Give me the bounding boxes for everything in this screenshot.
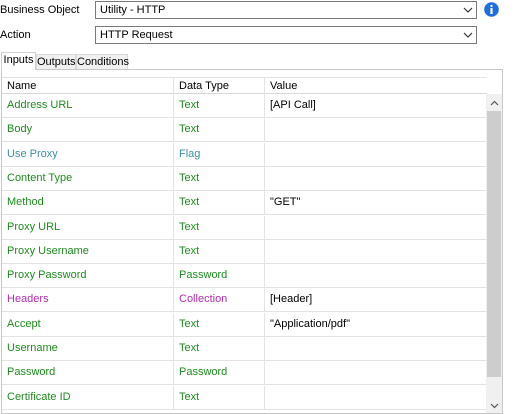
- business-object-dropdown[interactable]: Utility - HTTP: [95, 1, 477, 19]
- cell-name: Accept: [2, 312, 174, 336]
- cell-value[interactable]: "Application/pdf": [265, 313, 487, 336]
- cell-value[interactable]: [265, 167, 487, 190]
- chevron-down-icon[interactable]: [463, 4, 473, 16]
- business-object-value: Utility - HTTP: [100, 4, 166, 16]
- cell-name: Proxy URL: [2, 215, 174, 239]
- table-row[interactable]: Method Text "GET": [2, 191, 487, 216]
- cell-value[interactable]: [265, 240, 487, 263]
- action-label: Action: [0, 29, 31, 41]
- cell-data-type: Text: [174, 94, 265, 117]
- cell-value[interactable]: [265, 337, 487, 360]
- cell-data-type: Text: [174, 118, 265, 142]
- cell-data-type: Text: [174, 385, 265, 409]
- chevron-down-icon[interactable]: [463, 29, 473, 41]
- cell-name: Address URL: [2, 94, 174, 117]
- cell-data-type: Flag: [174, 142, 265, 166]
- cell-value[interactable]: [265, 216, 487, 239]
- cell-name: Certificate ID: [2, 385, 174, 409]
- action-dropdown[interactable]: HTTP Request: [95, 26, 477, 44]
- chevron-down-icon[interactable]: [486, 397, 502, 413]
- cell-data-type: Collection: [174, 288, 265, 312]
- cell-name: Use Proxy: [2, 142, 174, 166]
- cell-name: Proxy Username: [2, 239, 174, 263]
- table-row[interactable]: Address URL Text [API Call]: [2, 94, 487, 118]
- cell-name: Content Type: [2, 166, 174, 190]
- action-value: HTTP Request: [100, 29, 173, 41]
- cell-value[interactable]: [265, 143, 487, 166]
- cell-value[interactable]: "GET": [265, 191, 487, 214]
- cell-value[interactable]: [265, 264, 487, 287]
- table-row[interactable]: Headers Collection [Header]: [2, 288, 487, 313]
- cell-name: Password: [2, 361, 174, 385]
- table-row[interactable]: Body Text: [2, 118, 487, 143]
- cell-value[interactable]: [265, 386, 487, 409]
- tab-inputs[interactable]: Inputs: [1, 52, 36, 70]
- cell-data-type: Text: [174, 166, 265, 190]
- cell-name: Username: [2, 337, 174, 360]
- grid-header: Name Data Type Value: [2, 77, 487, 94]
- cell-data-type: Text: [174, 239, 265, 263]
- table-row[interactable]: Accept Text "Application/pdf": [2, 312, 487, 337]
- cell-name: Body: [2, 118, 174, 142]
- cell-data-type: Text: [174, 215, 265, 239]
- cell-data-type: Text: [174, 191, 265, 215]
- column-header-value[interactable]: Value: [265, 78, 487, 94]
- chevron-up-icon[interactable]: [486, 94, 502, 111]
- business-object-label: Business Object: [0, 4, 80, 16]
- cell-data-type: Password: [174, 264, 265, 288]
- table-row[interactable]: Username Text: [2, 337, 487, 361]
- scrollbar-thumb[interactable]: [487, 111, 501, 377]
- cell-name: Method: [2, 191, 174, 215]
- table-row[interactable]: Password Password: [2, 361, 487, 386]
- cell-value[interactable]: [Header]: [265, 288, 487, 311]
- tab-strip: Inputs Outputs Conditions: [0, 52, 514, 70]
- cell-value[interactable]: [265, 118, 487, 141]
- inputs-panel: Name Data Type Value Address URL Text [API…: [1, 69, 503, 414]
- table-row[interactable]: Use Proxy Flag: [2, 142, 487, 167]
- column-header-data-type[interactable]: Data Type: [174, 78, 265, 94]
- cell-data-type: Text: [174, 312, 265, 336]
- cell-name: Headers: [2, 288, 174, 312]
- tab-conditions[interactable]: Conditions: [76, 54, 129, 69]
- table-row[interactable]: Content Type Text: [2, 166, 487, 191]
- column-header-name[interactable]: Name: [2, 78, 174, 94]
- table-row[interactable]: Proxy URL Text: [2, 215, 487, 240]
- cell-name: Proxy Password: [2, 264, 174, 288]
- table-row[interactable]: Certificate ID Text: [2, 385, 487, 410]
- table-row[interactable]: Proxy Password Password: [2, 264, 487, 289]
- cell-data-type: Text: [174, 337, 265, 360]
- cell-data-type: Password: [174, 361, 265, 385]
- info-icon[interactable]: [484, 2, 499, 17]
- table-row[interactable]: Proxy Username Text: [2, 239, 487, 264]
- tab-outputs[interactable]: Outputs: [36, 54, 76, 69]
- cell-value[interactable]: [265, 361, 487, 384]
- vertical-scrollbar[interactable]: [486, 94, 502, 413]
- cell-value[interactable]: [API Call]: [265, 94, 487, 117]
